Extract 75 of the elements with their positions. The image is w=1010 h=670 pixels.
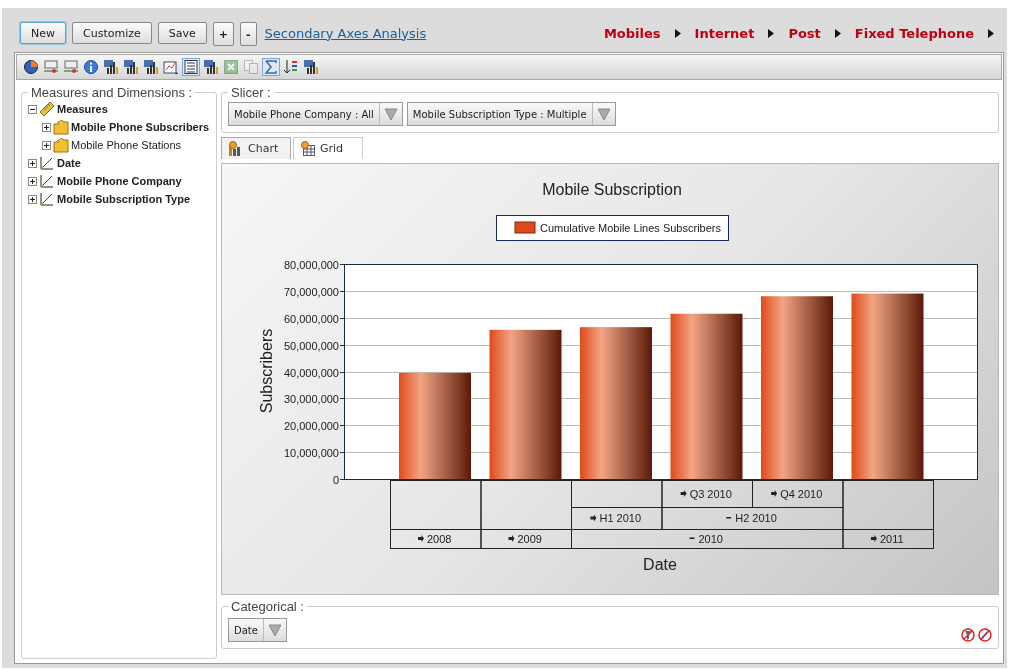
- axis-title: Date: [643, 556, 677, 573]
- tree-item[interactable]: Measures: [57, 103, 108, 115]
- axes-icon: [39, 155, 55, 171]
- axis-tick-label: 40,000,000: [283, 366, 339, 379]
- category-label: 2009: [517, 532, 542, 545]
- clear-filter-icon[interactable]: [961, 628, 975, 642]
- axis-title: Subscribers: [258, 328, 275, 414]
- bar-chart-icon[interactable]: [203, 59, 219, 75]
- panel-title: Categorical :: [230, 599, 305, 614]
- triangle-right-icon: [988, 28, 994, 38]
- list-icon[interactable]: [183, 59, 199, 75]
- axis-tick-label: 70,000,000: [283, 285, 339, 298]
- category-label: 2010: [698, 532, 723, 545]
- category-label: Q3 2010: [689, 487, 732, 500]
- toolbar-button[interactable]: Customize: [72, 22, 152, 44]
- chart-legend: Cumulative Mobile Lines Subscribers: [496, 215, 729, 241]
- toolbar-button[interactable]: New: [20, 22, 66, 44]
- panel-title: Measures and Dimensions :: [30, 85, 194, 100]
- axis-tick-label: 60,000,000: [283, 312, 339, 325]
- tree-item[interactable]: Mobile Subscription Type: [57, 193, 191, 205]
- toolbar-button[interactable]: -: [240, 22, 257, 46]
- breadcrumb-link[interactable]: Internet: [694, 25, 755, 41]
- caret-icon: [267, 623, 282, 637]
- chart-wizard-icon[interactable]: [163, 59, 179, 75]
- caret-icon: [383, 107, 398, 121]
- chart-title: Mobile Subscription: [542, 181, 682, 198]
- bar-chart-icon[interactable]: [143, 59, 159, 75]
- filter-dropdown[interactable]: Mobile Subscription Type : Multiple: [406, 102, 616, 126]
- ruler-icon: [39, 101, 55, 117]
- toolbar-button[interactable]: +: [212, 22, 234, 46]
- analysis-link[interactable]: Secondary Axes Analysis: [264, 25, 427, 41]
- legend-label: Cumulative Mobile Lines Subscribers: [540, 222, 722, 234]
- breadcrumb-link[interactable]: Post: [788, 25, 821, 41]
- triangle-right-icon: [674, 28, 681, 38]
- triangle-right-icon: [834, 28, 841, 38]
- category-label: H2 2010: [735, 512, 777, 524]
- sigma-icon[interactable]: [263, 59, 279, 75]
- axes-icon: [39, 173, 55, 189]
- bar-chart-icon[interactable]: [303, 59, 319, 75]
- clear-brush-icon[interactable]: [978, 628, 992, 642]
- axis-tick-label: 30,000,000: [283, 392, 339, 405]
- filter-dropdown[interactable]: Date: [228, 618, 287, 642]
- axis-tick-label: 0: [332, 473, 339, 486]
- triangle-right-icon: [768, 28, 775, 38]
- folder-icon: [53, 119, 69, 135]
- panel-title: Slicer :: [230, 85, 272, 100]
- bar-chart-icon[interactable]: [123, 59, 139, 75]
- category-label: Q4 2010: [780, 487, 823, 500]
- axis-tick-label: 80,000,000: [283, 258, 339, 271]
- tab[interactable]: Grid: [293, 137, 363, 159]
- slider-icon[interactable]: [63, 59, 79, 75]
- tree-item[interactable]: Mobile Phone Company: [57, 175, 182, 187]
- swap-icon[interactable]: [283, 59, 299, 75]
- axis-tick-label: 50,000,000: [283, 339, 339, 352]
- filter-dropdown[interactable]: Mobile Phone Company : All: [228, 102, 403, 126]
- toolbar-button[interactable]: Save: [157, 22, 207, 44]
- info-icon[interactable]: [83, 59, 99, 75]
- breadcrumb-link[interactable]: Mobiles: [603, 25, 661, 41]
- grid-icon: [300, 140, 316, 157]
- category-label: H1 2010: [599, 512, 642, 524]
- caret-icon: [596, 107, 611, 121]
- bar-chart-icon[interactable]: [103, 59, 119, 75]
- axes-icon: [39, 191, 55, 207]
- tree-item[interactable]: Mobile Phone Subscribers: [71, 121, 210, 133]
- category-label: 2011: [879, 532, 904, 545]
- tab[interactable]: Chart: [221, 137, 291, 159]
- pie-chart-icon[interactable]: [23, 59, 39, 75]
- slider-icon[interactable]: [43, 59, 59, 75]
- tree-item[interactable]: Mobile Phone Stations: [71, 139, 182, 151]
- axis-tick-label: 10,000,000: [283, 446, 339, 459]
- category-label: 2008: [427, 532, 452, 545]
- folder-icon: [53, 137, 69, 153]
- axis-tick-label: 20,000,000: [283, 419, 339, 432]
- breadcrumb-link[interactable]: Fixed Telephone: [854, 25, 974, 41]
- tree-item[interactable]: Date: [57, 157, 81, 169]
